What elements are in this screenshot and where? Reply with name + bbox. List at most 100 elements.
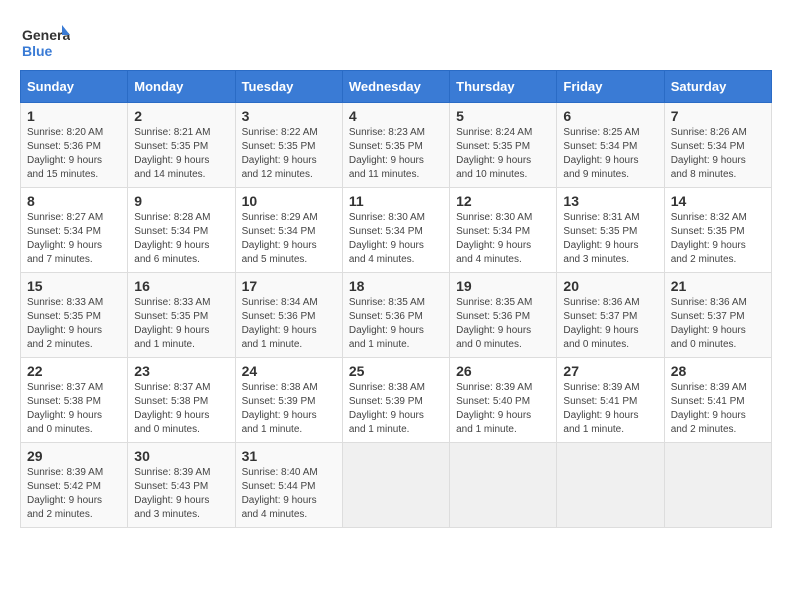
day-number: 27 [563, 363, 657, 379]
calendar-cell [342, 443, 449, 528]
calendar-cell: 19 Sunrise: 8:35 AMSunset: 5:36 PMDaylig… [450, 273, 557, 358]
day-info: Sunrise: 8:39 AMSunset: 5:40 PMDaylight:… [456, 382, 532, 435]
day-info: Sunrise: 8:22 AMSunset: 5:35 PMDaylight:… [242, 127, 318, 180]
calendar-cell: 9 Sunrise: 8:28 AMSunset: 5:34 PMDayligh… [128, 188, 235, 273]
day-info: Sunrise: 8:36 AMSunset: 5:37 PMDaylight:… [671, 297, 747, 350]
day-number: 2 [134, 108, 228, 124]
svg-text:Blue: Blue [22, 43, 53, 59]
calendar-cell: 23 Sunrise: 8:37 AMSunset: 5:38 PMDaylig… [128, 358, 235, 443]
calendar-week-1: 1 Sunrise: 8:20 AMSunset: 5:36 PMDayligh… [21, 103, 772, 188]
day-info: Sunrise: 8:36 AMSunset: 5:37 PMDaylight:… [563, 297, 639, 350]
day-header-thursday: Thursday [450, 71, 557, 103]
calendar-week-2: 8 Sunrise: 8:27 AMSunset: 5:34 PMDayligh… [21, 188, 772, 273]
day-number: 12 [456, 193, 550, 209]
day-info: Sunrise: 8:39 AMSunset: 5:42 PMDaylight:… [27, 467, 103, 520]
day-number: 8 [27, 193, 121, 209]
day-number: 9 [134, 193, 228, 209]
calendar-cell: 27 Sunrise: 8:39 AMSunset: 5:41 PMDaylig… [557, 358, 664, 443]
day-number: 23 [134, 363, 228, 379]
calendar-cell: 4 Sunrise: 8:23 AMSunset: 5:35 PMDayligh… [342, 103, 449, 188]
day-header-friday: Friday [557, 71, 664, 103]
calendar-cell: 20 Sunrise: 8:36 AMSunset: 5:37 PMDaylig… [557, 273, 664, 358]
day-info: Sunrise: 8:33 AMSunset: 5:35 PMDaylight:… [27, 297, 103, 350]
day-number: 31 [242, 448, 336, 464]
day-info: Sunrise: 8:37 AMSunset: 5:38 PMDaylight:… [27, 382, 103, 435]
calendar-cell: 31 Sunrise: 8:40 AMSunset: 5:44 PMDaylig… [235, 443, 342, 528]
day-number: 7 [671, 108, 765, 124]
calendar-table: SundayMondayTuesdayWednesdayThursdayFrid… [20, 70, 772, 528]
calendar-cell: 28 Sunrise: 8:39 AMSunset: 5:41 PMDaylig… [664, 358, 771, 443]
calendar-cell: 5 Sunrise: 8:24 AMSunset: 5:35 PMDayligh… [450, 103, 557, 188]
day-number: 22 [27, 363, 121, 379]
day-number: 25 [349, 363, 443, 379]
day-header-wednesday: Wednesday [342, 71, 449, 103]
calendar-cell: 14 Sunrise: 8:32 AMSunset: 5:35 PMDaylig… [664, 188, 771, 273]
day-info: Sunrise: 8:26 AMSunset: 5:34 PMDaylight:… [671, 127, 747, 180]
calendar-cell: 3 Sunrise: 8:22 AMSunset: 5:35 PMDayligh… [235, 103, 342, 188]
day-info: Sunrise: 8:25 AMSunset: 5:34 PMDaylight:… [563, 127, 639, 180]
calendar-cell: 11 Sunrise: 8:30 AMSunset: 5:34 PMDaylig… [342, 188, 449, 273]
day-number: 30 [134, 448, 228, 464]
day-number: 4 [349, 108, 443, 124]
calendar-cell: 16 Sunrise: 8:33 AMSunset: 5:35 PMDaylig… [128, 273, 235, 358]
day-info: Sunrise: 8:34 AMSunset: 5:36 PMDaylight:… [242, 297, 318, 350]
day-number: 26 [456, 363, 550, 379]
day-info: Sunrise: 8:21 AMSunset: 5:35 PMDaylight:… [134, 127, 210, 180]
calendar-cell [450, 443, 557, 528]
day-info: Sunrise: 8:20 AMSunset: 5:36 PMDaylight:… [27, 127, 103, 180]
calendar-cell: 26 Sunrise: 8:39 AMSunset: 5:40 PMDaylig… [450, 358, 557, 443]
calendar-cell: 22 Sunrise: 8:37 AMSunset: 5:38 PMDaylig… [21, 358, 128, 443]
day-number: 11 [349, 193, 443, 209]
calendar-cell: 30 Sunrise: 8:39 AMSunset: 5:43 PMDaylig… [128, 443, 235, 528]
calendar-cell [664, 443, 771, 528]
day-number: 3 [242, 108, 336, 124]
day-info: Sunrise: 8:35 AMSunset: 5:36 PMDaylight:… [349, 297, 425, 350]
page-header: General Blue [20, 20, 772, 60]
day-header-saturday: Saturday [664, 71, 771, 103]
calendar-cell: 1 Sunrise: 8:20 AMSunset: 5:36 PMDayligh… [21, 103, 128, 188]
day-info: Sunrise: 8:31 AMSunset: 5:35 PMDaylight:… [563, 212, 639, 265]
calendar-cell: 18 Sunrise: 8:35 AMSunset: 5:36 PMDaylig… [342, 273, 449, 358]
day-info: Sunrise: 8:27 AMSunset: 5:34 PMDaylight:… [27, 212, 103, 265]
day-info: Sunrise: 8:40 AMSunset: 5:44 PMDaylight:… [242, 467, 318, 520]
calendar-cell: 25 Sunrise: 8:38 AMSunset: 5:39 PMDaylig… [342, 358, 449, 443]
day-header-sunday: Sunday [21, 71, 128, 103]
day-number: 19 [456, 278, 550, 294]
calendar-cell: 10 Sunrise: 8:29 AMSunset: 5:34 PMDaylig… [235, 188, 342, 273]
day-info: Sunrise: 8:29 AMSunset: 5:34 PMDaylight:… [242, 212, 318, 265]
day-number: 13 [563, 193, 657, 209]
day-info: Sunrise: 8:33 AMSunset: 5:35 PMDaylight:… [134, 297, 210, 350]
day-info: Sunrise: 8:39 AMSunset: 5:43 PMDaylight:… [134, 467, 210, 520]
day-info: Sunrise: 8:39 AMSunset: 5:41 PMDaylight:… [671, 382, 747, 435]
day-info: Sunrise: 8:37 AMSunset: 5:38 PMDaylight:… [134, 382, 210, 435]
day-number: 5 [456, 108, 550, 124]
day-header-monday: Monday [128, 71, 235, 103]
day-number: 1 [27, 108, 121, 124]
calendar-cell: 12 Sunrise: 8:30 AMSunset: 5:34 PMDaylig… [450, 188, 557, 273]
day-number: 20 [563, 278, 657, 294]
calendar-cell: 15 Sunrise: 8:33 AMSunset: 5:35 PMDaylig… [21, 273, 128, 358]
calendar-cell: 2 Sunrise: 8:21 AMSunset: 5:35 PMDayligh… [128, 103, 235, 188]
day-number: 24 [242, 363, 336, 379]
calendar-cell [557, 443, 664, 528]
calendar-cell: 29 Sunrise: 8:39 AMSunset: 5:42 PMDaylig… [21, 443, 128, 528]
day-number: 15 [27, 278, 121, 294]
day-info: Sunrise: 8:35 AMSunset: 5:36 PMDaylight:… [456, 297, 532, 350]
day-number: 17 [242, 278, 336, 294]
day-number: 10 [242, 193, 336, 209]
calendar-cell: 8 Sunrise: 8:27 AMSunset: 5:34 PMDayligh… [21, 188, 128, 273]
day-number: 29 [27, 448, 121, 464]
day-info: Sunrise: 8:39 AMSunset: 5:41 PMDaylight:… [563, 382, 639, 435]
calendar-cell: 21 Sunrise: 8:36 AMSunset: 5:37 PMDaylig… [664, 273, 771, 358]
day-info: Sunrise: 8:38 AMSunset: 5:39 PMDaylight:… [349, 382, 425, 435]
day-info: Sunrise: 8:38 AMSunset: 5:39 PMDaylight:… [242, 382, 318, 435]
day-info: Sunrise: 8:32 AMSunset: 5:35 PMDaylight:… [671, 212, 747, 265]
day-number: 6 [563, 108, 657, 124]
calendar-cell: 6 Sunrise: 8:25 AMSunset: 5:34 PMDayligh… [557, 103, 664, 188]
day-info: Sunrise: 8:28 AMSunset: 5:34 PMDaylight:… [134, 212, 210, 265]
day-number: 14 [671, 193, 765, 209]
calendar-cell: 24 Sunrise: 8:38 AMSunset: 5:39 PMDaylig… [235, 358, 342, 443]
logo: General Blue [20, 20, 72, 60]
calendar-cell: 7 Sunrise: 8:26 AMSunset: 5:34 PMDayligh… [664, 103, 771, 188]
calendar-cell: 13 Sunrise: 8:31 AMSunset: 5:35 PMDaylig… [557, 188, 664, 273]
